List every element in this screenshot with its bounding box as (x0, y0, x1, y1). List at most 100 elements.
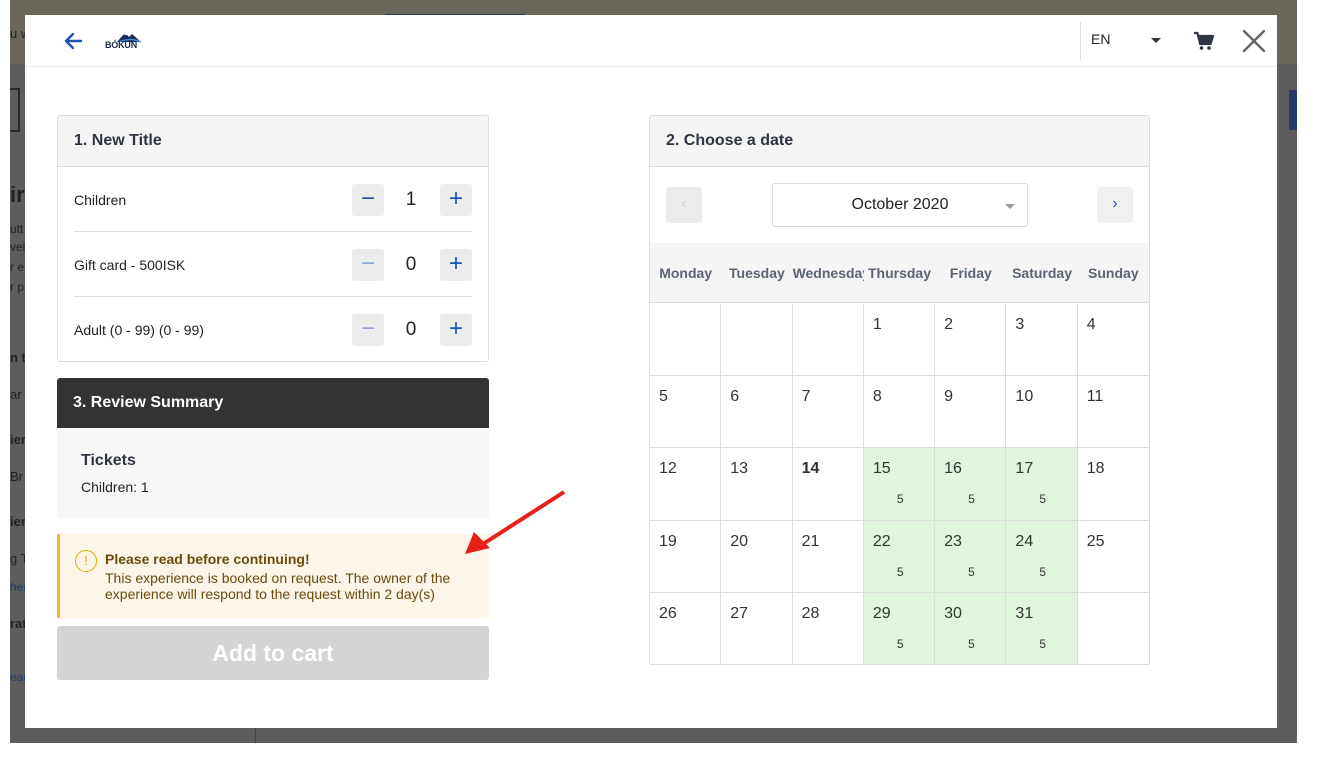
decrease-button[interactable]: − (352, 249, 384, 281)
calendar-day: 26 (650, 592, 722, 665)
calendar-day: 13 (721, 448, 793, 521)
calendar-day[interactable]: 17 5 (1006, 448, 1078, 521)
cart-icon[interactable] (1193, 30, 1215, 52)
day-number: 7 (801, 388, 811, 406)
language-label: EN (1091, 31, 1111, 47)
background-text: ier (10, 432, 26, 447)
back-arrow-icon[interactable] (61, 29, 85, 53)
calendar-empty-cell (721, 304, 793, 377)
weekday-label: Wednesday (792, 265, 864, 281)
calendar-day[interactable]: 24 5 (1006, 520, 1078, 593)
calendar-day[interactable]: 29 5 (863, 592, 936, 665)
day-number: 13 (730, 460, 749, 478)
increase-button[interactable]: + (440, 314, 472, 346)
weekday-header: Monday Tuesday Wednesday Thursday Friday Satu… (650, 243, 1149, 303)
calendar-empty-cell (792, 304, 864, 377)
increase-button[interactable]: + (440, 249, 472, 281)
logo-text: BÓKUN (105, 40, 137, 50)
annotation-arrow (465, 490, 566, 554)
calendar-day[interactable]: 15 5 (863, 448, 936, 521)
tickets-heading: Tickets (81, 452, 136, 469)
availability-count: 5 (968, 492, 975, 507)
availability-count: 5 (896, 636, 904, 651)
day-number: 24 (1015, 532, 1034, 550)
background-box (10, 88, 20, 132)
date-picker-panel: 2. Choose a date ‹ October 2020 › Monday… (649, 115, 1150, 665)
day-number: 2 (944, 316, 954, 333)
weekday-label: Tuesday (729, 265, 785, 281)
decrease-button[interactable]: − (352, 184, 384, 216)
day-number: 16 (944, 460, 962, 478)
calendar-day: 20 (721, 520, 793, 593)
ticket-label: Gift card - 500ISK (74, 257, 186, 273)
calendar-day[interactable]: 22 5 (863, 520, 936, 593)
prev-month-button[interactable]: ‹ (666, 187, 702, 223)
next-month-button[interactable]: › (1097, 187, 1133, 223)
calendar-day: 4 (1077, 304, 1149, 377)
day-number: 8 (872, 388, 882, 406)
bokun-logo: BÓKUN (105, 31, 147, 53)
day-number: 15 (872, 460, 891, 478)
calendar-day: 2 (935, 304, 1007, 377)
calendar-day: 12 (650, 448, 722, 521)
calendar-day[interactable]: 31 5 (1006, 592, 1078, 665)
calendar-day: 27 (721, 592, 793, 665)
ticket-row-children: Children − 1 + (74, 167, 472, 232)
increase-button[interactable]: + (440, 184, 472, 216)
calendar-empty-cell (650, 304, 722, 377)
month-select[interactable]: October 2020 (772, 183, 1028, 227)
calendar-day: 6 (721, 376, 793, 449)
ticket-label: Children (74, 192, 127, 208)
background-text: vel (10, 240, 26, 254)
day-number: 27 (730, 604, 749, 622)
day-number: 6 (730, 388, 740, 406)
background-text: utt (10, 222, 24, 236)
day-number: 5 (659, 388, 668, 406)
background-text: ir (10, 182, 25, 207)
calendar-day: 3 (1006, 304, 1078, 377)
day-number: 22 (872, 532, 891, 550)
availability-count: 5 (1039, 636, 1047, 651)
decrease-button[interactable]: − (352, 314, 384, 346)
weekday-label: Monday (659, 265, 713, 281)
availability-count: 5 (896, 564, 904, 579)
add-to-cart-button[interactable]: Add to cart (57, 626, 489, 680)
availability-count: 5 (896, 492, 904, 507)
day-number: 20 (730, 532, 749, 550)
calendar-day: 28 (792, 592, 864, 665)
day-number: 1 (872, 316, 882, 333)
calendar-day: 18 (1077, 448, 1149, 521)
date-panel-title: 2. Choose a date (650, 116, 1149, 167)
ticket-quantity: 0 (405, 254, 417, 275)
calendar-day[interactable]: 30 5 (935, 592, 1007, 665)
warning-text: This experience is booked on request. Th… (105, 570, 451, 602)
day-number: 12 (659, 460, 677, 478)
calendar-day: 8 (863, 376, 936, 449)
day-number: 9 (944, 388, 954, 406)
close-icon[interactable] (1242, 29, 1266, 53)
calendar-day[interactable]: 16 5 (935, 448, 1007, 521)
month-label: October 2020 (851, 196, 949, 213)
calendar-day: 19 (650, 520, 722, 593)
ticket-quantity: 1 (405, 189, 417, 210)
language-select[interactable]: EN (1091, 31, 1171, 51)
chevron-down-icon (1005, 204, 1015, 209)
day-number: 14 (801, 460, 820, 478)
background-text: ar (10, 387, 22, 402)
ticket-panel-title: 1. New Title (58, 116, 488, 167)
ticket-row-adult: Adult (0 - 99) (0 - 99) − 0 + (74, 297, 472, 362)
availability-count: 5 (968, 636, 975, 651)
on-request-warning: ! Please read before continuing! This ex… (57, 534, 489, 618)
calendar-day: 14 (792, 448, 864, 521)
ticket-selection-panel: 1. New Title Children − 1 + Gift card - … (57, 115, 489, 362)
calendar-day: 11 (1077, 376, 1149, 449)
availability-count: 5 (968, 564, 975, 579)
calendar-day: 5 (650, 376, 722, 449)
background-text: Br (10, 469, 23, 484)
weekday-label: Saturday (1012, 265, 1073, 281)
review-summary-title: 3. Review Summary (57, 378, 489, 428)
calendar-day: 21 (792, 520, 864, 593)
background-text: r p (10, 280, 25, 294)
calendar-day: 9 (935, 376, 1007, 449)
calendar-day[interactable]: 23 5 (935, 520, 1007, 593)
